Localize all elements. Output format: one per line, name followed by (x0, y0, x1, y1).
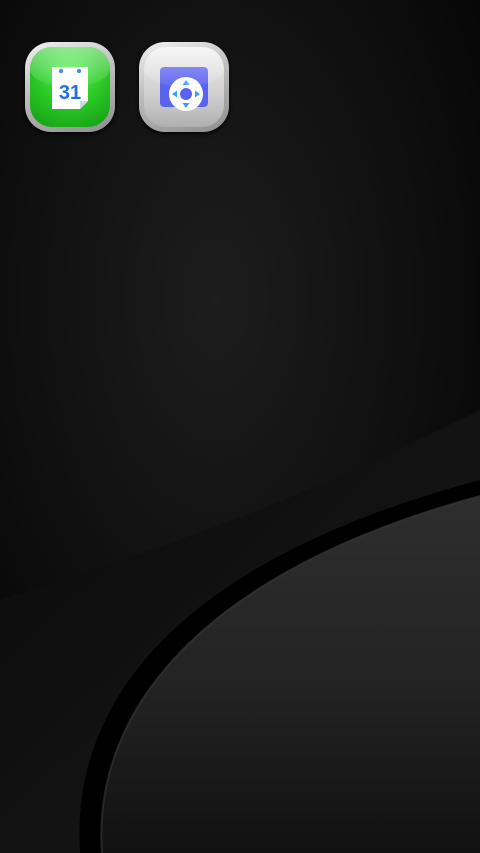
calendar-icon: 31 (52, 67, 88, 109)
calendar-app-icon[interactable]: 31 (25, 42, 115, 132)
calendar-date-label: 31 (59, 82, 81, 104)
remote-icon-plate (144, 47, 224, 127)
remote-control-icon (160, 67, 208, 111)
remote-app-icon[interactable] (139, 42, 229, 132)
calendar-icon-plate: 31 (30, 47, 110, 127)
home-screen: 31 (0, 0, 480, 853)
